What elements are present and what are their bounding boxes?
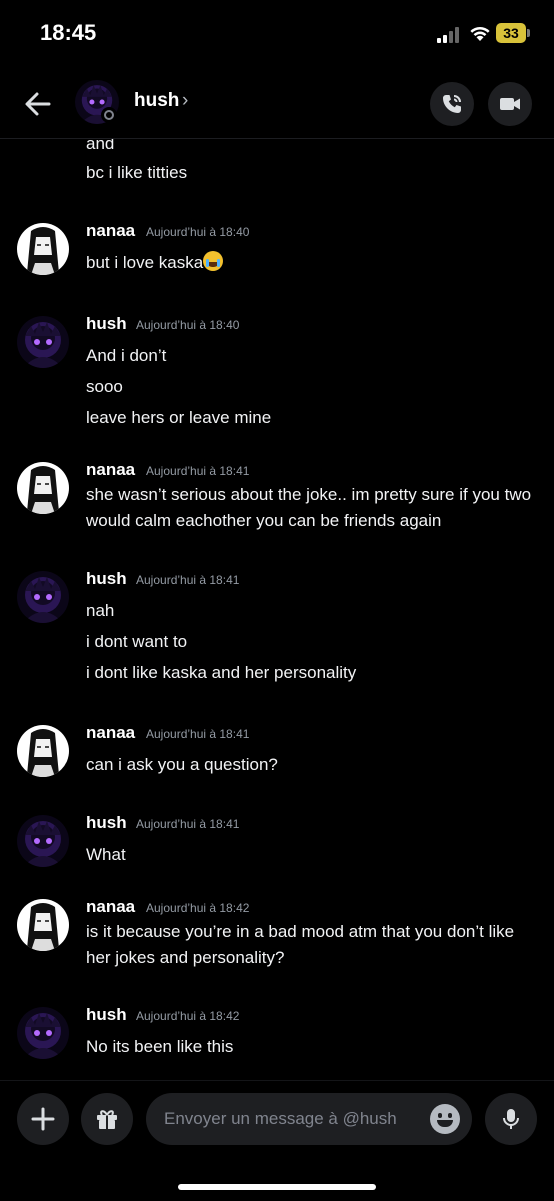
back-arrow-icon[interactable] bbox=[22, 88, 54, 120]
message-text: No its been like this bbox=[86, 1037, 234, 1056]
message-text: she wasn’t serious about the joke.. im p… bbox=[86, 485, 532, 530]
wifi-icon bbox=[470, 26, 490, 41]
message-author[interactable]: hush bbox=[86, 314, 127, 334]
message-author[interactable]: nanaa bbox=[86, 897, 135, 917]
message-text: can i ask you a question? bbox=[86, 755, 278, 774]
message-input[interactable] bbox=[146, 1093, 472, 1145]
avatar-nanaa[interactable] bbox=[17, 725, 69, 777]
message-list[interactable]: and bc i like titties nanaa Aujourd’hui … bbox=[0, 139, 554, 1079]
cellular-signal-icon bbox=[437, 27, 463, 43]
avatar-hush[interactable] bbox=[17, 571, 69, 623]
message-text: i dont like kaska and her personality bbox=[86, 663, 357, 682]
message-timestamp: Aujourd’hui à 18:42 bbox=[136, 1009, 240, 1023]
message-text: nah bbox=[86, 601, 115, 620]
status-time: 18:45 bbox=[40, 20, 97, 45]
emoji-picker-icon[interactable] bbox=[430, 1104, 460, 1134]
message-author[interactable]: nanaa bbox=[86, 723, 135, 743]
message-timestamp: Aujourd’hui à 18:41 bbox=[136, 817, 240, 831]
message-composer bbox=[0, 1080, 554, 1201]
avatar-hush[interactable] bbox=[17, 815, 69, 867]
message-text: What bbox=[86, 845, 126, 864]
gift-button[interactable] bbox=[81, 1093, 133, 1145]
message-text: leave hers or leave mine bbox=[86, 408, 272, 427]
message-text: sooo bbox=[86, 377, 123, 396]
voice-call-button[interactable] bbox=[430, 82, 474, 126]
message-author[interactable]: hush bbox=[86, 569, 127, 589]
avatar-hush[interactable] bbox=[17, 1007, 69, 1059]
battery-level: 33 bbox=[496, 23, 526, 43]
add-attachment-button[interactable] bbox=[17, 1093, 69, 1145]
plus-icon bbox=[31, 1107, 55, 1131]
message-author[interactable]: nanaa bbox=[86, 221, 135, 241]
video-call-button[interactable] bbox=[488, 82, 532, 126]
message-author[interactable]: hush bbox=[86, 813, 127, 833]
home-indicator bbox=[178, 1184, 376, 1190]
message-line: bc i like titties bbox=[86, 163, 188, 182]
message-text: is it because you’re in a bad mood atm t… bbox=[86, 922, 515, 967]
message-timestamp: Aujourd’hui à 18:40 bbox=[146, 225, 250, 239]
loudly-crying-face-icon bbox=[203, 251, 224, 271]
voice-message-button[interactable] bbox=[485, 1093, 537, 1145]
avatar-hush[interactable] bbox=[17, 316, 69, 368]
dm-header: hush › bbox=[0, 70, 554, 139]
microphone-icon bbox=[503, 1109, 519, 1129]
avatar-nanaa[interactable] bbox=[17, 899, 69, 951]
message-author[interactable]: hush bbox=[86, 1005, 127, 1025]
video-camera-icon bbox=[500, 98, 520, 110]
phone-icon bbox=[443, 95, 461, 113]
message-timestamp: Aujourd’hui à 18:41 bbox=[136, 573, 240, 587]
message-line: and bbox=[86, 139, 115, 153]
message-author[interactable]: nanaa bbox=[86, 460, 135, 480]
message-text: but i love kaska bbox=[86, 251, 541, 275]
avatar-nanaa[interactable] bbox=[17, 462, 69, 514]
battery-icon: 33 bbox=[496, 23, 530, 43]
message-timestamp: Aujourd’hui à 18:41 bbox=[146, 727, 250, 741]
message-text: And i don’t bbox=[86, 346, 167, 365]
gift-icon bbox=[97, 1110, 117, 1129]
message-timestamp: Aujourd’hui à 18:41 bbox=[146, 464, 250, 478]
message-text: i dont want to bbox=[86, 632, 188, 651]
status-bar: 18:45 33 bbox=[0, 0, 554, 66]
status-offline-icon bbox=[101, 107, 117, 123]
message-timestamp: Aujourd’hui à 18:42 bbox=[146, 901, 250, 915]
message-timestamp: Aujourd’hui à 18:40 bbox=[136, 318, 240, 332]
header-username[interactable]: hush bbox=[134, 90, 179, 112]
chevron-right-icon[interactable]: › bbox=[182, 90, 188, 112]
avatar-nanaa[interactable] bbox=[17, 223, 69, 275]
